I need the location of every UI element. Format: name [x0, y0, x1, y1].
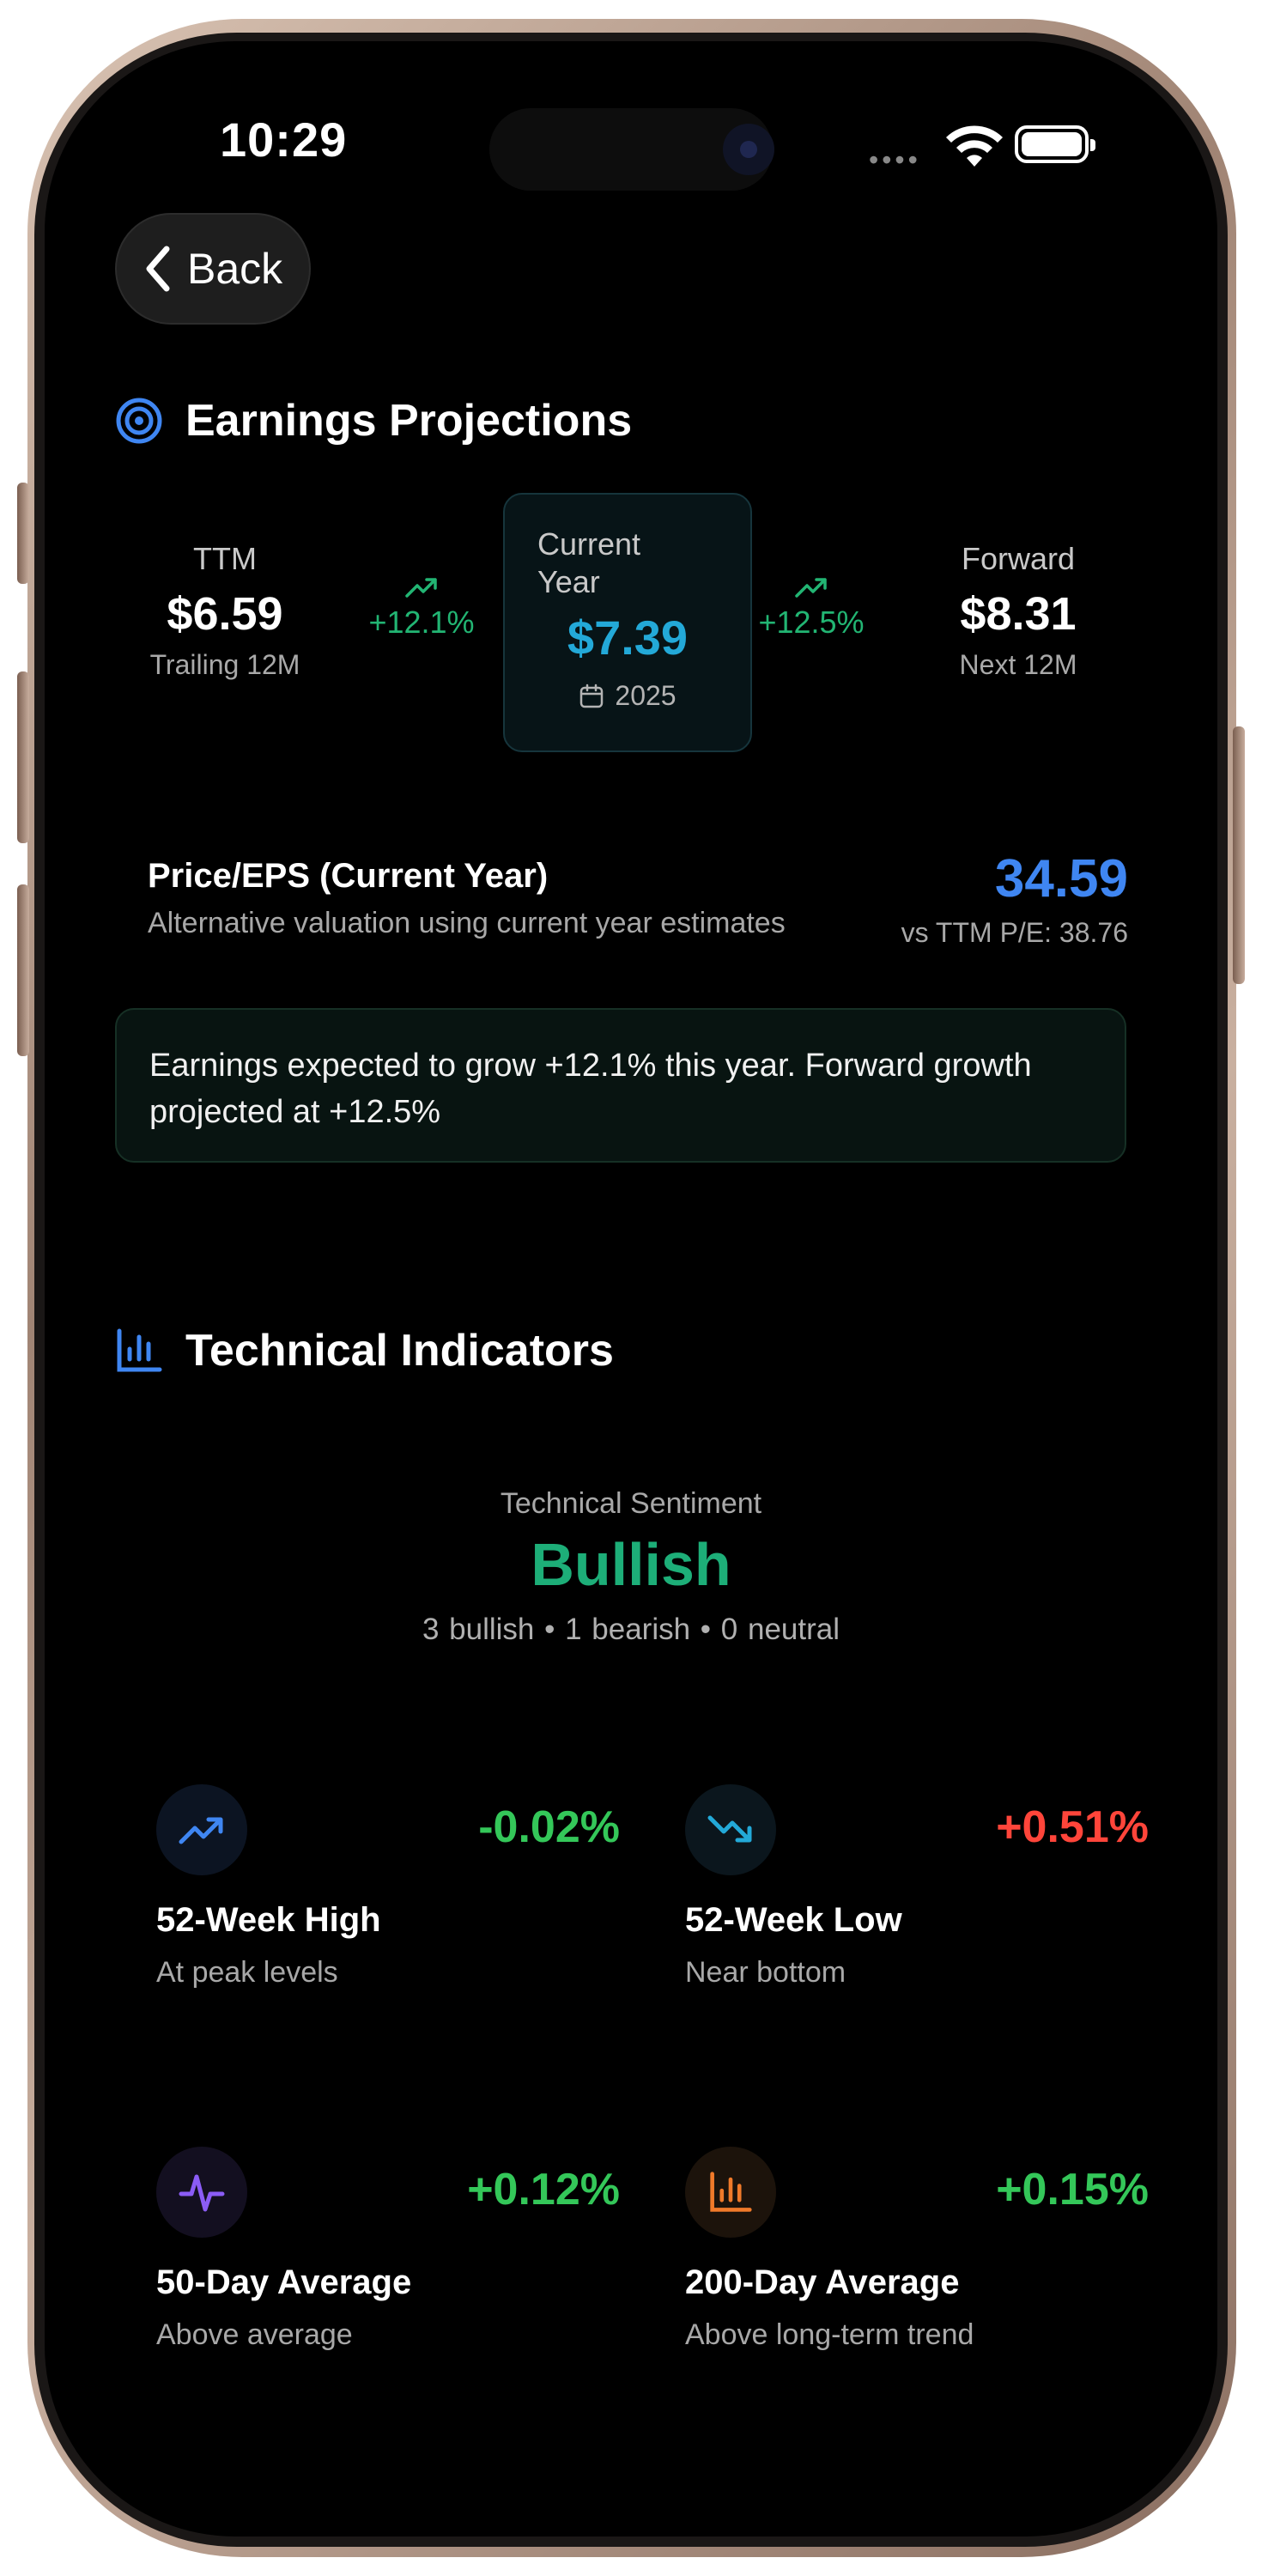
indicator-200-day-average[interactable]: +0.15% 200-Day Average Above long-term t…: [685, 2147, 1149, 2361]
growth-current-value: +12.1%: [368, 605, 475, 640]
screen: 10:29 •••• Back Earnings Projections TTM…: [45, 41, 1217, 2537]
current-year-value: $7.39: [567, 611, 689, 665]
activity-icon: [156, 2147, 247, 2238]
indicator-title: 52-Week Low: [685, 1901, 902, 1939]
indicator-subtitle: Above average: [156, 2318, 353, 2351]
earnings-section-title: Earnings Projections: [115, 395, 632, 447]
back-label: Back: [187, 245, 283, 293]
action-button: [17, 483, 29, 584]
indicator-title: 50-Day Average: [156, 2263, 412, 2301]
growth-forward: +12.5%: [747, 575, 876, 641]
ttm-label: TTM: [193, 541, 257, 576]
bar-chart-icon: [117, 1328, 162, 1372]
indicator-50-day-average[interactable]: +0.12% 50-Day Average Above average: [156, 2147, 620, 2361]
back-button[interactable]: Back: [115, 213, 311, 325]
growth-forward-value: +12.5%: [758, 605, 865, 640]
target-icon: [116, 398, 162, 444]
sentiment-value: Bullish: [531, 1531, 731, 1598]
indicator-percent: +0.12%: [467, 2165, 620, 2215]
volume-up-button: [17, 671, 29, 843]
volume-down-button: [17, 884, 29, 1056]
indicator-52-week-high[interactable]: -0.02% 52-Week High At peak levels: [156, 1784, 620, 1999]
pe-value: 34.59: [994, 849, 1128, 908]
status-time: 10:29: [220, 112, 348, 167]
indicator-percent: -0.02%: [478, 1802, 620, 1852]
bar-chart-icon: [685, 2147, 776, 2238]
pe-vs-ttm: vs TTM P/E: 38.76: [901, 917, 1128, 948]
technical-section-title: Technical Indicators: [115, 1325, 614, 1376]
ttm-eps: TTM $6.59 Trailing 12M: [139, 541, 311, 681]
indicator-percent: +0.15%: [996, 2165, 1149, 2215]
indicator-subtitle: Near bottom: [685, 1956, 846, 1989]
ttm-sub: Trailing 12M: [149, 649, 300, 680]
earnings-note: Earnings expected to grow +12.1% this ye…: [115, 1008, 1126, 1163]
indicator-title: 200-Day Average: [685, 2263, 960, 2301]
battery-icon: [1015, 125, 1095, 163]
indicator-title: 52-Week High: [156, 1901, 381, 1939]
sentiment-counts: 3 bullish • 1 bearish • 0 neutral: [422, 1613, 840, 1646]
trending-up-icon: [795, 578, 827, 598]
wifi-icon: [946, 125, 1003, 167]
earnings-title: Earnings Projections: [185, 396, 633, 446]
sentiment-label: Technical Sentiment: [500, 1487, 762, 1520]
indicator-percent: +0.51%: [996, 1802, 1149, 1852]
trending-up-icon: [156, 1784, 247, 1875]
trending-up-icon: [405, 578, 437, 598]
chevron-left-icon: [146, 246, 170, 292]
pe-title: Price/EPS (Current Year): [148, 857, 549, 895]
cellular-signal-icon: ••••: [869, 144, 921, 175]
technical-title: Technical Indicators: [185, 1326, 614, 1376]
forward-value: $8.31: [960, 588, 1077, 640]
current-year-card: Current Year $7.39 2025: [503, 493, 752, 752]
calendar-icon: [580, 683, 604, 708]
indicator-52-week-low[interactable]: +0.51% 52-Week Low Near bottom: [685, 1784, 1149, 1999]
indicator-subtitle: At peak levels: [156, 1956, 338, 1989]
current-year-date: 2025: [505, 680, 750, 712]
forward-eps: Forward $8.31 Next 12M: [932, 541, 1104, 681]
front-camera: [723, 124, 774, 175]
forward-sub: Next 12M: [959, 649, 1077, 680]
current-year-label: Current Year: [537, 526, 641, 599]
current-year-year: 2025: [615, 680, 677, 711]
indicator-subtitle: Above long-term trend: [685, 2318, 974, 2351]
growth-current: +12.1%: [357, 575, 486, 641]
power-button: [1233, 726, 1245, 984]
forward-label: Forward: [961, 541, 1076, 576]
pe-description: Alternative valuation using current year…: [148, 907, 786, 939]
trending-down-icon: [685, 1784, 776, 1875]
ttm-value: $6.59: [167, 588, 283, 640]
